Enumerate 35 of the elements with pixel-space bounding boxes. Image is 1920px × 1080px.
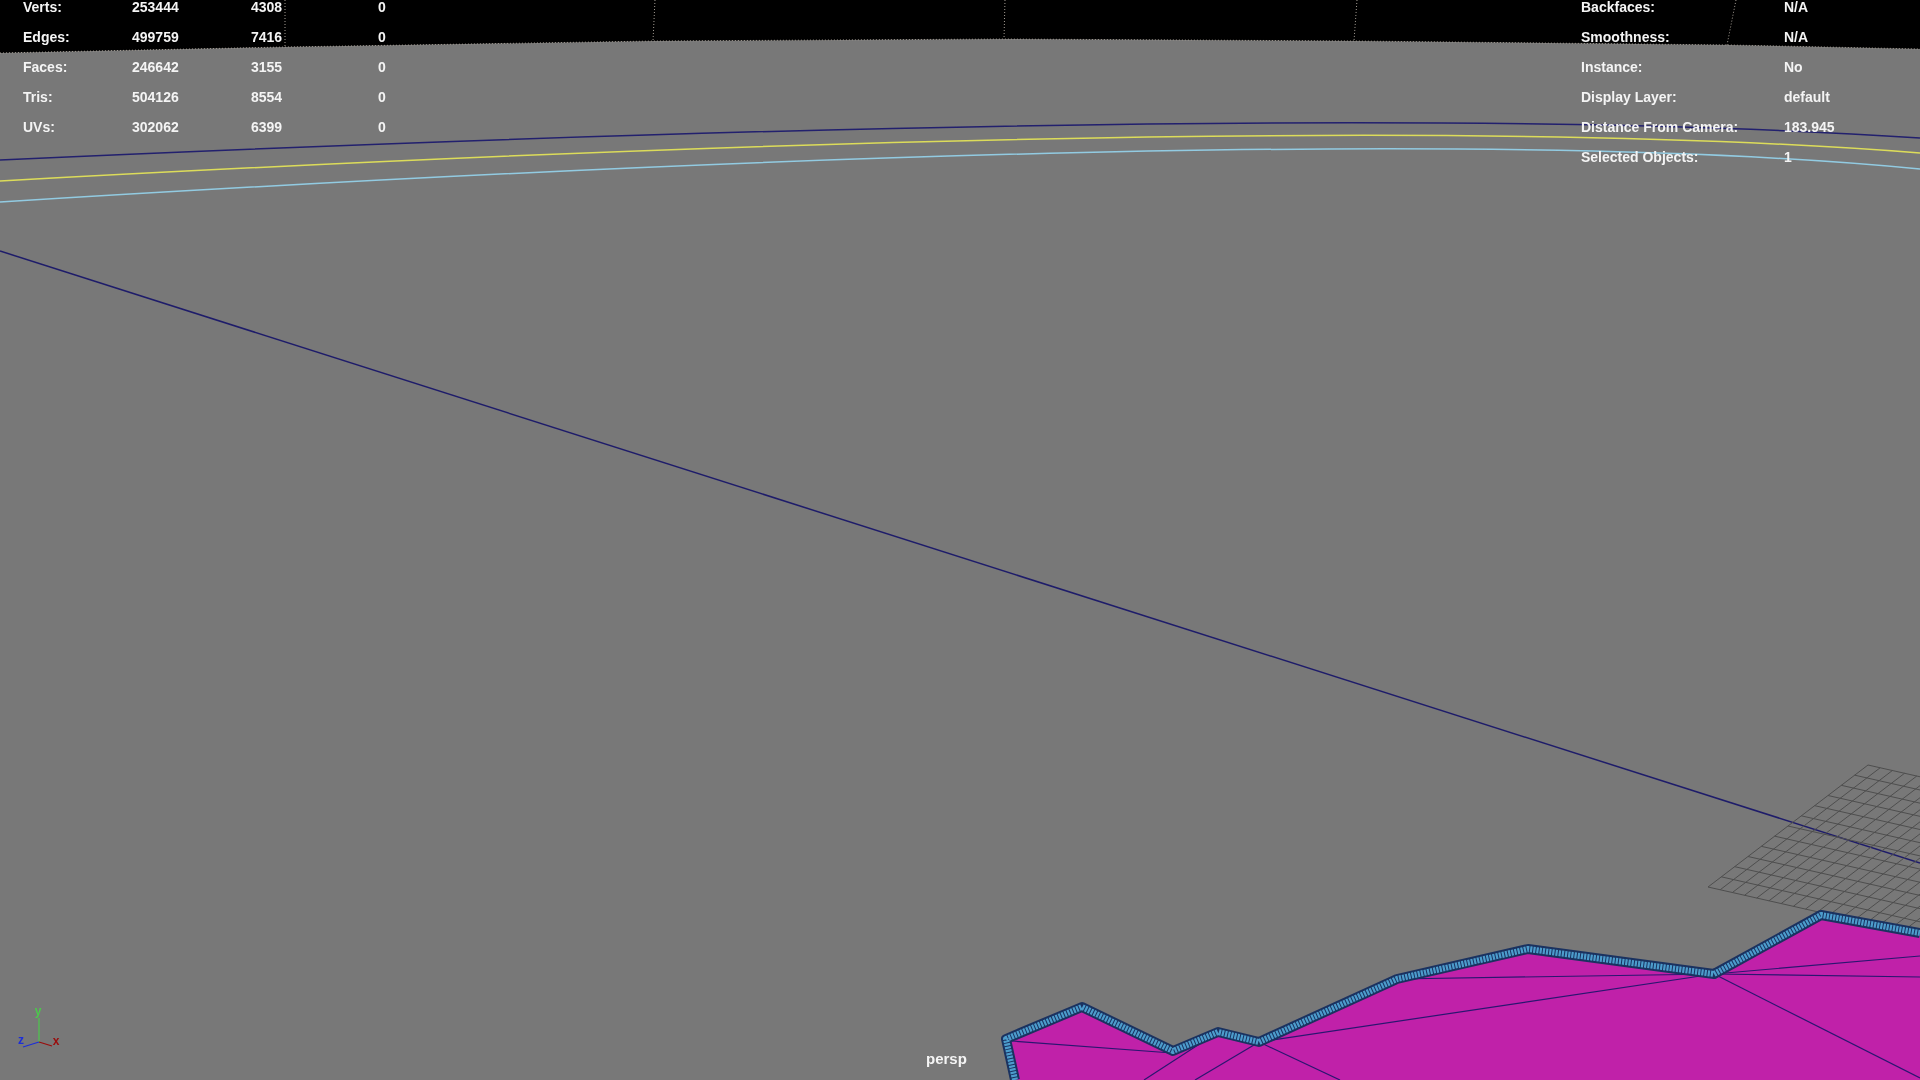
stat-value: 0	[378, 90, 386, 104]
stat-value: 8554	[251, 90, 284, 104]
info-value: default	[1784, 90, 1831, 104]
stat-value: 6399	[251, 120, 284, 134]
stat-value: 246642	[132, 60, 180, 74]
info-value: 183.945	[1784, 120, 1835, 134]
stat-value: 4308	[251, 0, 284, 14]
info-value: No	[1784, 60, 1804, 74]
stat-value: 499759	[132, 30, 180, 44]
info-label: Selected Objects:	[1581, 150, 1700, 164]
stat-value: 0	[378, 60, 386, 74]
stat-label: UVs:	[23, 120, 56, 134]
info-label: Display Layer:	[1581, 90, 1678, 104]
info-value: N/A	[1784, 30, 1810, 44]
stat-label: Tris:	[23, 90, 54, 104]
stat-value: 302062	[132, 120, 180, 134]
info-value: N/A	[1784, 0, 1810, 14]
stat-value: 504126	[132, 90, 180, 104]
axis-label: x	[52, 1034, 60, 1048]
stat-value: 3155	[251, 60, 284, 74]
info-label: Instance:	[1581, 60, 1644, 74]
axis-label: y	[34, 1004, 42, 1018]
stat-value: 7416	[251, 30, 284, 44]
camera-name-label: persp	[926, 1051, 967, 1067]
stat-value: 0	[378, 120, 386, 134]
axis-label: z	[18, 1033, 24, 1047]
info-label: Backfaces:	[1581, 0, 1656, 14]
stat-label: Verts:	[23, 0, 63, 14]
stat-label: Faces:	[23, 60, 69, 74]
info-label: Smoothness:	[1581, 30, 1671, 44]
stat-label: Edges:	[23, 30, 71, 44]
stat-value: 0	[378, 0, 386, 14]
stat-value: 0	[378, 30, 386, 44]
stat-value: 253444	[132, 0, 180, 14]
axis-gizmo-icon	[22, 1017, 53, 1048]
